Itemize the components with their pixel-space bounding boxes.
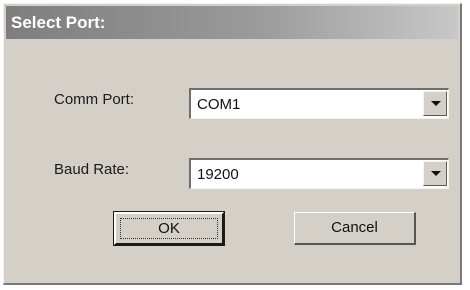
dialog-title: Select Port:: [11, 13, 106, 32]
cancel-button[interactable]: Cancel: [294, 212, 416, 245]
title-bar[interactable]: Select Port:: [6, 6, 458, 39]
ok-button[interactable]: OK: [113, 211, 225, 246]
comm-port-select[interactable]: COM1: [189, 88, 449, 119]
baud-rate-label: Baud Rate:: [54, 161, 130, 178]
baud-rate-select[interactable]: 19200: [189, 158, 449, 189]
comm-port-value: COM1: [197, 96, 241, 113]
chevron-down-icon[interactable]: [423, 91, 447, 116]
cancel-button-label: Cancel: [331, 219, 378, 236]
focus-indicator: [120, 218, 218, 239]
comm-port-label: Comm Port:: [54, 91, 135, 108]
select-port-dialog: Select Port: Comm Port: COM1 Baud Rate: …: [3, 3, 462, 285]
chevron-down-icon[interactable]: [423, 161, 447, 186]
baud-rate-value: 19200: [197, 166, 239, 183]
